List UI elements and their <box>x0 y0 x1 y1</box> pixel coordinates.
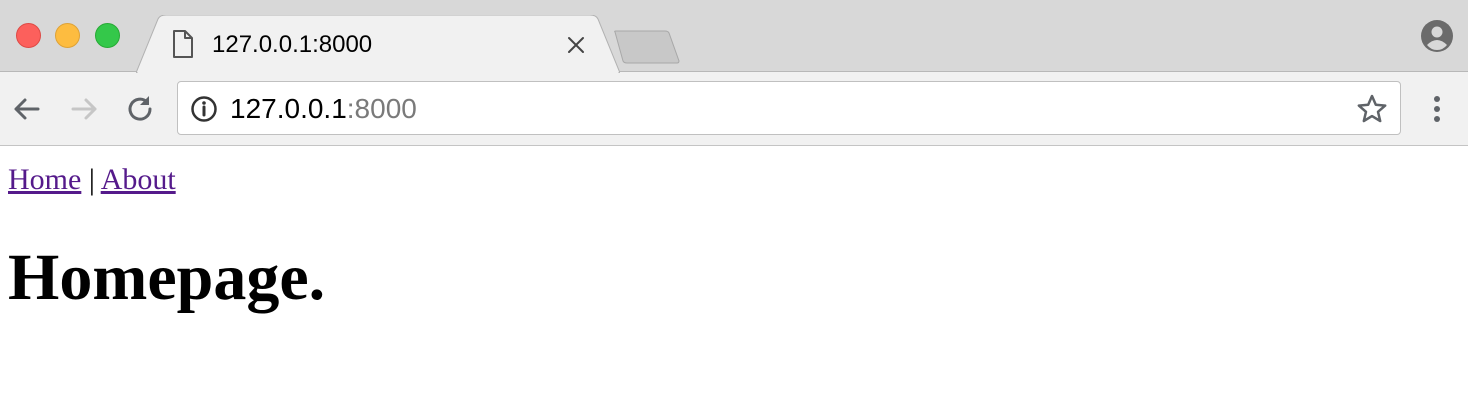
page-nav: Home | About <box>8 162 176 198</box>
zoom-window-button[interactable] <box>95 23 120 48</box>
address-bar[interactable]: 127.0.0.1:8000 <box>177 81 1401 135</box>
url-text[interactable]: 127.0.0.1:8000 <box>230 93 417 125</box>
minimize-window-button[interactable] <box>55 23 80 48</box>
active-tab[interactable]: 127.0.0.1:8000 <box>136 15 620 73</box>
forward-arrow-icon[interactable] <box>67 92 101 126</box>
kebab-menu-icon[interactable] <box>1426 92 1448 126</box>
star-icon[interactable] <box>1356 93 1388 125</box>
nav-separator: | <box>81 163 101 196</box>
profile-icon[interactable] <box>1420 19 1454 53</box>
home-link[interactable]: Home <box>8 163 81 196</box>
close-window-button[interactable] <box>16 23 41 48</box>
page-icon <box>173 30 193 58</box>
info-icon[interactable] <box>190 95 218 123</box>
reload-icon[interactable] <box>123 92 157 126</box>
tab-title: 127.0.0.1:8000 <box>212 31 373 58</box>
about-link[interactable]: About <box>101 163 176 196</box>
browser-toolbar: 127.0.0.1:8000 <box>0 72 1468 146</box>
new-tab-icon[interactable] <box>612 30 684 64</box>
back-arrow-icon[interactable] <box>10 92 44 126</box>
url-host: 127.0.0.1 <box>230 93 347 124</box>
tab-shape <box>136 15 620 73</box>
url-port: :8000 <box>346 93 417 124</box>
page-heading: Homepage. <box>8 241 326 314</box>
close-icon[interactable] <box>564 33 588 57</box>
page-content: Home | About Homepage. <box>8 146 1460 406</box>
tab-strip: 127.0.0.1:8000 <box>0 0 1468 73</box>
